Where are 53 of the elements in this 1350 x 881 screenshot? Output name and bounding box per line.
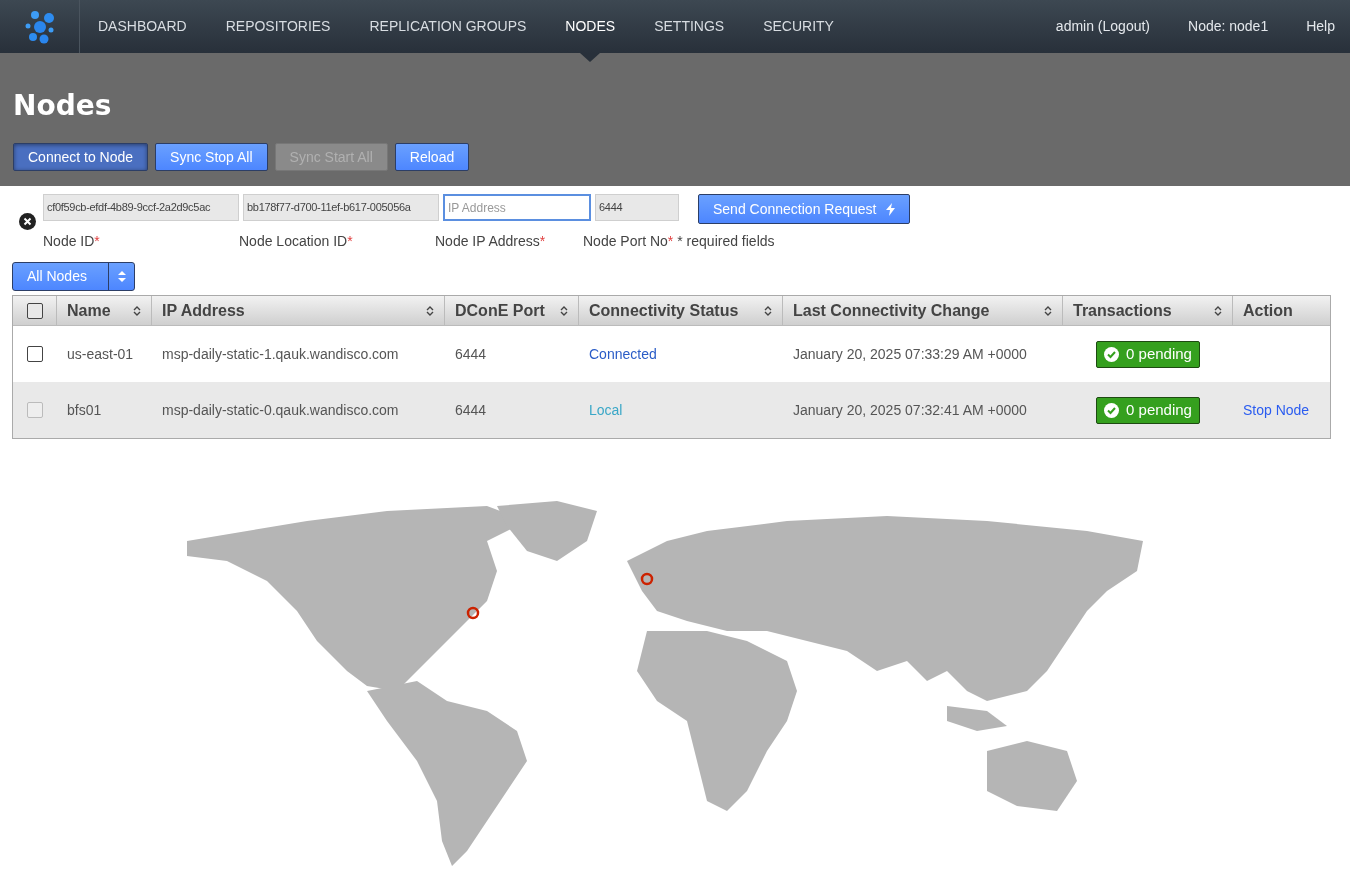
header-link[interactable]: admin (Logout): [1055, 16, 1150, 37]
column-header[interactable]: Name: [57, 296, 152, 325]
header-link[interactable]: Node: node1: [1188, 16, 1269, 37]
input-field[interactable]: 6444: [595, 194, 679, 221]
column-header[interactable]: Transactions: [1063, 296, 1233, 325]
status-text: Local: [589, 400, 623, 420]
sort-icon: [133, 304, 141, 317]
header-link[interactable]: Help: [1306, 16, 1335, 37]
sort-icon: [764, 304, 772, 317]
field-label: Node ID*: [43, 232, 100, 250]
page-title: Nodes: [13, 89, 113, 123]
column-header[interactable]: Last Connectivity Change: [783, 296, 1063, 325]
lightning-icon: [886, 202, 896, 216]
check-circle-icon: [1104, 346, 1120, 362]
location-marker-icon: [466, 606, 480, 620]
table-cell-text: msp-daily-static-0.qauk.wandisco.com: [162, 400, 399, 420]
status-text: Connected: [589, 344, 657, 364]
pending-badge: 0 pending: [1096, 340, 1200, 368]
table-cell-text: 6444: [455, 344, 487, 364]
table-cell-text: January 20, 2025 07:32:41 AM +0000: [793, 400, 1027, 420]
pending-badge: 0 pending: [1096, 396, 1200, 424]
table-cell-text: us-east-01: [67, 344, 134, 364]
column-header[interactable]: IP Address: [152, 296, 445, 325]
column-header[interactable]: Action: [1233, 296, 1330, 325]
nav-tab[interactable]: REPOSITORIES: [225, 0, 331, 53]
sort-icon: [426, 304, 434, 317]
input-field[interactable]: bb178f77-d700-11ef-b617-005056a: [243, 194, 439, 221]
check-circle-icon: [1104, 402, 1120, 418]
field-label: Node Location ID*: [239, 232, 353, 250]
table-cell-text: January 20, 2025 07:33:29 AM +0000: [793, 344, 1027, 364]
nav-tab[interactable]: REPLICATION GROUPS: [369, 0, 527, 53]
table-cell-text: bfs01: [67, 400, 102, 420]
select-all-checkbox[interactable]: [26, 302, 43, 319]
nav-tab[interactable]: SECURITY: [763, 0, 834, 53]
table-cell-text: 6444: [455, 400, 487, 420]
row-checkbox[interactable]: [27, 346, 43, 362]
toolbar-button[interactable]: Connect to Node: [13, 143, 149, 171]
sort-icon: [1044, 304, 1052, 317]
sort-icon: [560, 304, 568, 317]
select-arrows-icon: [117, 271, 126, 282]
close-icon[interactable]: [19, 213, 36, 230]
column-header[interactable]: Connectivity Status: [579, 296, 783, 325]
location-marker-icon: [640, 572, 654, 586]
nav-tab[interactable]: SETTINGS: [654, 0, 725, 53]
input-field[interactable]: cf0f59cb-efdf-4b89-9ccf-2a2d9c5ac: [43, 194, 239, 221]
required-note: * required fields: [677, 232, 775, 250]
sort-icon: [1214, 304, 1222, 317]
table-cell-text: msp-daily-static-1.qauk.wandisco.com: [162, 344, 399, 364]
field-label: Node Port No*: [583, 232, 674, 250]
column-header[interactable]: DConE Port: [445, 296, 579, 325]
nav-tab[interactable]: DASHBOARD: [98, 0, 187, 53]
input-field[interactable]: IP Address: [443, 194, 591, 221]
field-label: Node IP Address*: [435, 232, 546, 250]
